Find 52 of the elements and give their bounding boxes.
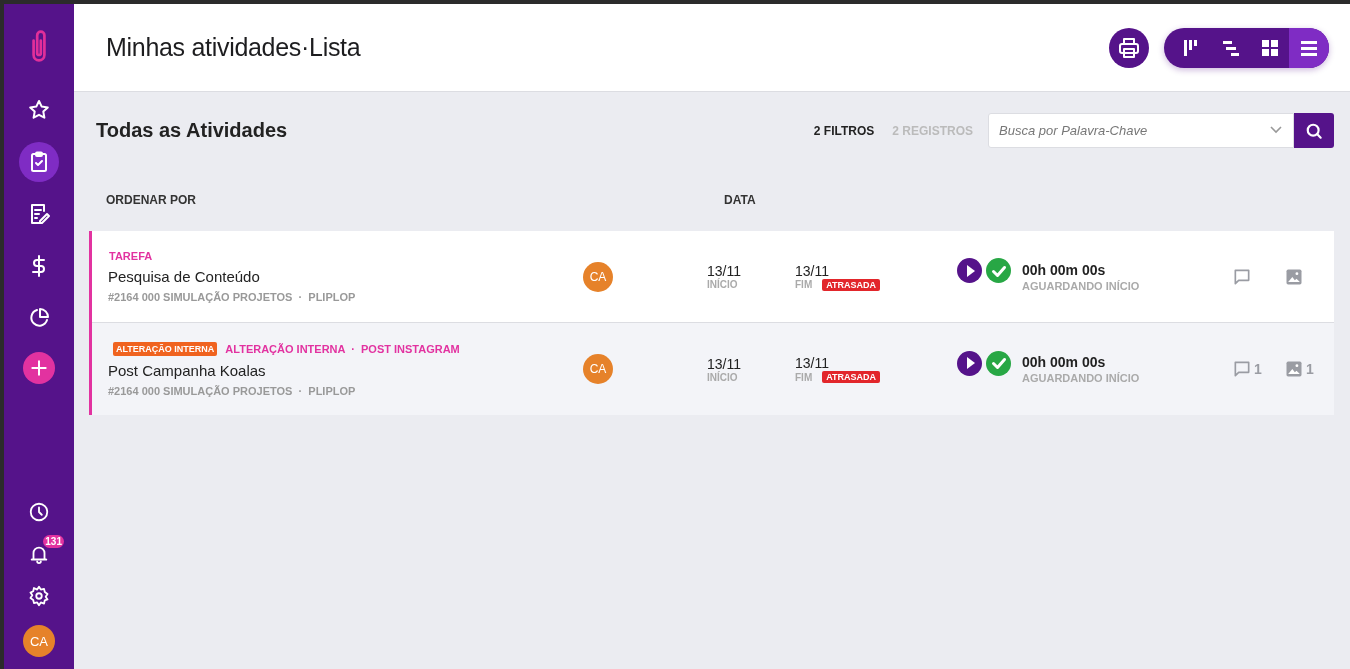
comment-count: 1 [1254, 361, 1262, 377]
start-label: INÍCIO [707, 279, 739, 290]
page-title: Minhas atividades·Lista [106, 33, 361, 62]
end-label: FIM [795, 279, 813, 290]
clipboard-check-icon[interactable] [19, 142, 59, 182]
plus-icon [29, 358, 49, 378]
grid-icon [1260, 38, 1279, 57]
timer-status: AGUARDANDO INÍCIO [1022, 372, 1141, 384]
activity-row[interactable]: TAREFA Pesquisa de Conteúdo #2164 000 SIMULAÇÃO PROJETOS · PLIPLOP CA 13/11 INÍCIO 13/11 FIM ATRASADA 00h 00m 00s AGUARDANDO INÍCIO [92, 231, 1334, 323]
start-label: INÍCIO [707, 371, 739, 383]
timer-status: AGUARDANDO INÍCIO [1022, 279, 1141, 292]
user-avatar: CA [583, 261, 613, 292]
timeline-icon [1221, 38, 1240, 57]
play-button[interactable] [957, 258, 982, 283]
clock-icon[interactable] [28, 501, 50, 523]
image-icon[interactable] [1284, 359, 1304, 379]
column-header[interactable]: DATA [724, 193, 756, 207]
filters-link[interactable]: 2 FILTROS [813, 123, 875, 138]
activity-row[interactable]: ALTERAÇÃO INTERNA ALTERAÇÃO INTERNA · POST INSTAGRAM Post Campanha Koalas #2164 000 SIMULAÇÃO PROJETOS · PLIPLOP CA 13/11 INÍCIO 13/11 FIM ATRASADA 00h 00m 00s AGUARDANDO INÍCIO 1 1 [92, 323, 1334, 415]
list-icon [1300, 38, 1318, 57]
user-avatar: CA [583, 354, 613, 384]
end-date: 13/11 [795, 355, 830, 371]
overdue-badge: ATRASADA [822, 278, 881, 291]
end-label: FIM [795, 371, 813, 383]
view-mode-tab[interactable] [1289, 27, 1329, 68]
activity-title[interactable]: Post Campanha Koalas [108, 361, 583, 379]
timer-value: 00h 00m 00s [1022, 354, 1107, 370]
timer-value: 00h 00m 00s [1022, 261, 1107, 278]
notification-count: 131 [43, 535, 64, 548]
section-title: Todas as Atividades [96, 119, 288, 142]
overdue-badge: ATRASADA [822, 371, 881, 383]
end-date: 13/11 [795, 262, 830, 279]
activity-title[interactable]: Pesquisa de Conteúdo [108, 268, 583, 285]
chevron-down-icon[interactable] [1270, 126, 1282, 134]
start-date: 13/11 [707, 355, 742, 372]
start-date: 13/11 [707, 263, 742, 279]
column-header[interactable]: ORDENAR POR [106, 193, 724, 207]
project-info: #2164 000 SIMULAÇÃO PROJETOS · PLIPLOP [108, 384, 357, 397]
search-button[interactable] [1294, 113, 1334, 148]
settings-icon[interactable] [28, 585, 50, 607]
category-label: ALTERAÇÃO INTERNA · POST INSTAGRAM [225, 342, 460, 355]
print-button[interactable] [1109, 27, 1149, 68]
play-icon [966, 357, 975, 369]
image-count: 1 [1306, 361, 1314, 377]
add-button[interactable] [23, 352, 55, 384]
printer-icon [1117, 35, 1141, 60]
tag-label: ALTERAÇÃO INTERNA [113, 341, 218, 356]
category-label: TAREFA [109, 250, 153, 262]
play-icon [966, 264, 975, 277]
project-info: #2164 000 SIMULAÇÃO PROJETOS · PLIPLOP [108, 291, 357, 303]
search-field[interactable]: Busca por Palavra-Chave [988, 113, 1294, 148]
play-button[interactable] [957, 350, 982, 376]
